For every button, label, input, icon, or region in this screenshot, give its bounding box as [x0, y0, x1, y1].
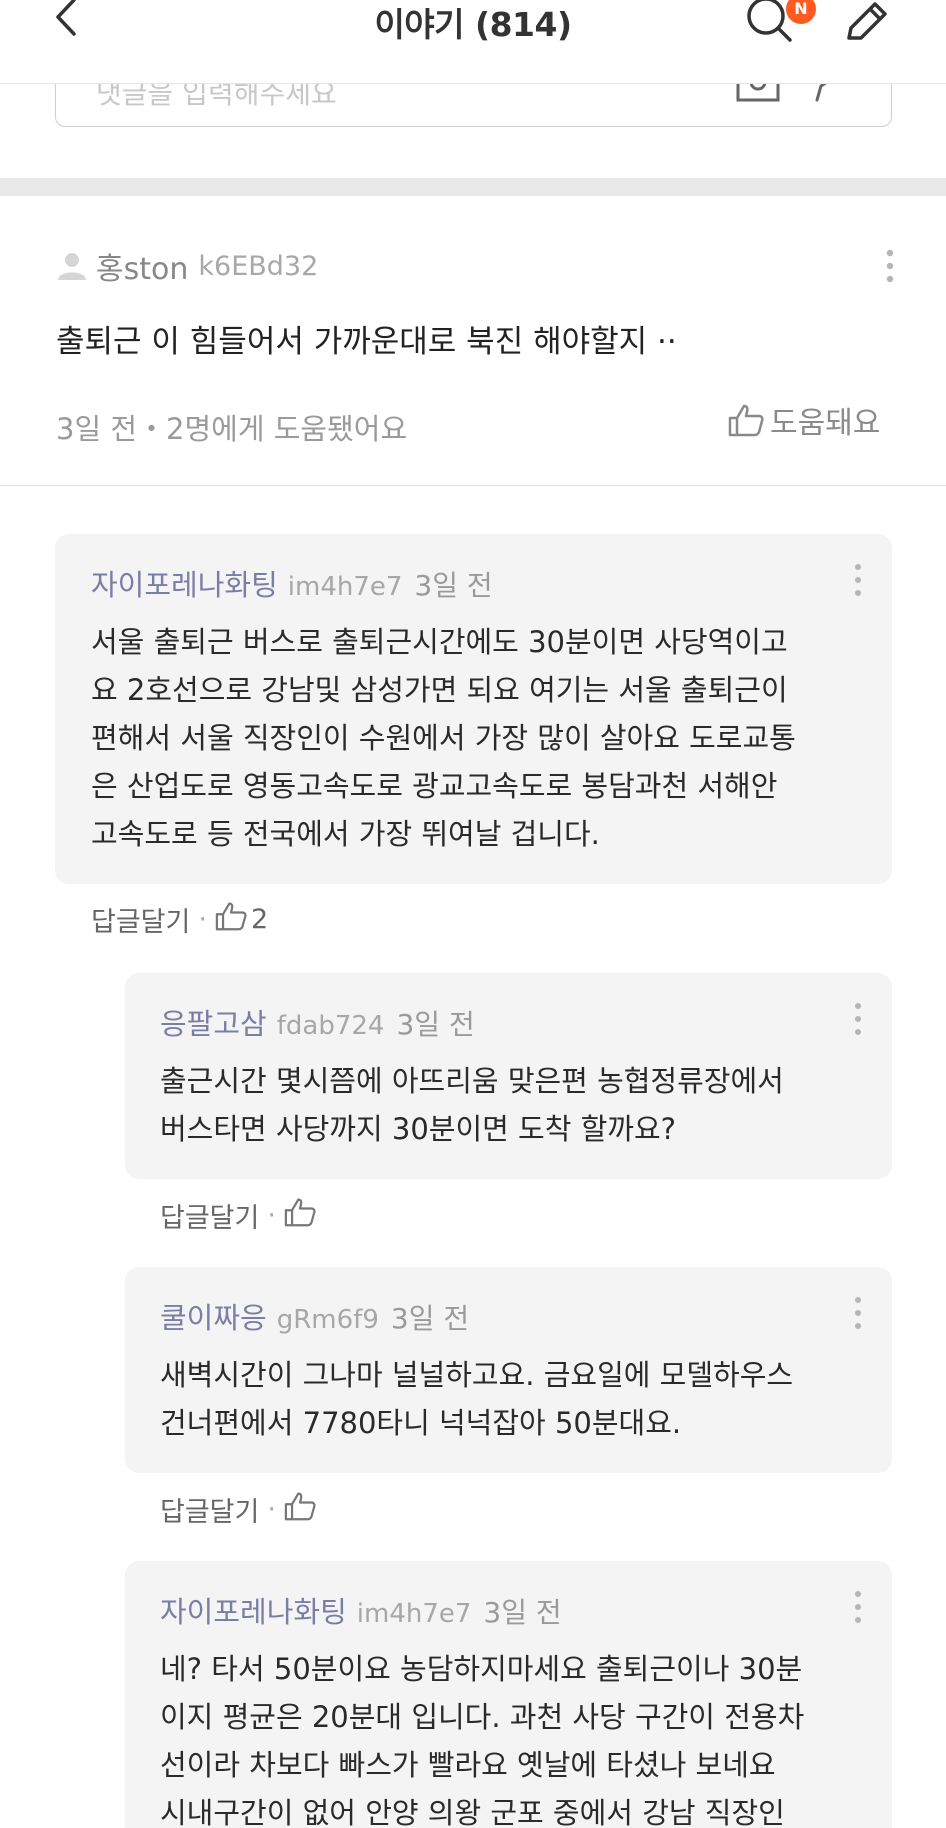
comment-actions: 답글달기 · [160, 1490, 316, 1529]
comment-meta: 쿨이짜응 gRm6f9 3일 전 [160, 1295, 469, 1337]
comment-line: 출근시간 몇시쯤에 아뜨리움 맞은편 농협정류장에서 [160, 1064, 784, 1098]
reply-button[interactable]: 답글달기 [160, 1490, 259, 1529]
comment-time: 3일 전 [390, 1302, 470, 1335]
comment-meta: 자이포레나화팅 im4h7e7 3일 전 [160, 1589, 562, 1631]
comment-time: 3일 전 [483, 1596, 562, 1629]
helpful-button[interactable]: 도움돼요 [728, 400, 881, 441]
separator-dot: · [267, 1494, 276, 1525]
post-footer: 3일 전・2명에게 도움됐어요 [56, 412, 408, 446]
comment-time: 3일 전 [414, 569, 493, 602]
reply-button[interactable]: 답글달기 [160, 1196, 259, 1235]
app-header: 이야기 (814) N [0, 0, 946, 84]
like-count: 2 [250, 904, 269, 935]
thumbs-up-icon [728, 404, 764, 437]
more-vertical-icon [855, 564, 861, 596]
thumbs-up-icon [215, 902, 247, 931]
comment-line: 시내구간이 없어 안양 의왕 군포 중에서 강남 직장인 [160, 1796, 785, 1828]
reply-comment: 쿨이짜응 gRm6f9 3일 전 새벽시간이 그나마 널널하고요. 금요일에 모… [125, 1267, 892, 1473]
reply-button[interactable]: 답글달기 [91, 900, 190, 939]
comment-line: 서울 출퇴근 버스로 출퇴근시간에도 30분이면 사당역이고 [91, 625, 788, 659]
section-divider [0, 178, 946, 196]
comment-line: 새벽시간이 그나마 널널하고요. 금요일에 모델하우스 [160, 1358, 794, 1392]
comment-more-button[interactable] [843, 1295, 873, 1331]
like-button[interactable] [215, 901, 247, 938]
post-body[interactable]: 출퇴근 이 힘들어서 가까운대로 북진 해야할지 ·· [56, 316, 677, 361]
post-more-button[interactable] [872, 248, 908, 284]
reply-comment: 자이포레나화팅 im4h7e7 3일 전 네? 타서 50분이요 농담하지마세요… [125, 1561, 892, 1828]
comment-body[interactable]: 서울 출퇴근 버스로 출퇴근시간에도 30분이면 사당역이고 요 2호선으로 강… [91, 618, 796, 858]
more-vertical-icon [886, 249, 894, 283]
comment-line: 은 산업도로 영동고속도로 광교고속도로 봉담과천 서해안 [91, 769, 778, 803]
more-vertical-icon [855, 1591, 861, 1623]
comment-more-button[interactable] [843, 1001, 873, 1037]
comment-actions: 답글달기 · [160, 1196, 316, 1235]
comment-actions: 답글달기 · 2 [91, 900, 268, 939]
comment-meta: 응팔고삼 fdab724 3일 전 [160, 1001, 475, 1043]
comment-line: 버스타면 사당까지 30분이면 도착 할까요? [160, 1112, 677, 1146]
comment-line: 건너편에서 7780타니 넉넉잡아 50분대요. [160, 1406, 682, 1440]
post-user-id: k6EBd32 [198, 250, 319, 282]
comment: 자이포레나화팅 im4h7e7 3일 전 서울 출퇴근 버스로 출퇴근시간에도 … [55, 534, 892, 884]
helpful-label: 도움돼요 [770, 406, 881, 441]
user-icon [58, 253, 86, 280]
thumbs-up-icon [284, 1492, 316, 1521]
thumbs-up-icon [284, 1198, 316, 1227]
write-button[interactable] [843, 0, 889, 44]
comment-line: 편해서 서울 직장인이 수원에서 가장 많이 살아요 도로교통 [91, 721, 796, 755]
comment-author[interactable]: 자이포레나화팅 [91, 562, 278, 604]
comment-user-id: im4h7e7 [356, 1599, 472, 1629]
like-button[interactable] [284, 1491, 316, 1528]
comment-line: 이지 평균은 20분대 입니다. 과천 사당 구간이 전용차 [160, 1700, 805, 1734]
separator-dot: · [198, 904, 207, 935]
comment-author[interactable]: 응팔고삼 [160, 1001, 267, 1043]
comment-body[interactable]: 출근시간 몇시쯤에 아뜨리움 맞은편 농협정류장에서 버스타면 사당까지 30분… [160, 1057, 784, 1153]
separator-dot: · [267, 1200, 276, 1231]
comment-line: 선이라 차보다 빠스가 빨라요 옛날에 타셨나 보네요 [160, 1748, 776, 1782]
comment-user-id: fdab724 [276, 1011, 385, 1041]
comment-meta: 자이포레나화팅 im4h7e7 3일 전 [91, 562, 493, 604]
comment-author[interactable]: 자이포레나화팅 [160, 1589, 347, 1631]
comment-user-id: gRm6f9 [276, 1305, 379, 1335]
more-vertical-icon [855, 1003, 861, 1035]
pencil-icon [847, 2, 887, 40]
comment-line: 요 2호선으로 강남및 삼성가면 되요 여기는 서울 출퇴근이 [91, 673, 788, 707]
like-button[interactable] [284, 1197, 316, 1234]
post-meta: 홍ston k6EBd32 [56, 248, 319, 287]
comment-time: 3일 전 [396, 1008, 475, 1041]
reply-comment: 응팔고삼 fdab724 3일 전 출근시간 몇시쯤에 아뜨리움 맞은편 농협정… [125, 973, 892, 1179]
comment-line: 네? 타서 50분이요 농담하지마세요 출퇴근이나 30분 [160, 1652, 803, 1686]
comment-body[interactable]: 새벽시간이 그나마 널널하고요. 금요일에 모델하우스 건너편에서 7780타니… [160, 1351, 793, 1447]
more-vertical-icon [855, 1297, 861, 1329]
comment-line: 고속도로 등 전국에서 가장 뛰여날 겁니다. [91, 817, 600, 851]
comment-more-button[interactable] [843, 562, 873, 598]
comment-body[interactable]: 네? 타서 50분이요 농담하지마세요 출퇴근이나 30분 이지 평균은 20분… [160, 1645, 804, 1828]
comment-more-button[interactable] [843, 1589, 873, 1625]
comment-author[interactable]: 쿨이짜응 [160, 1295, 267, 1337]
post-author[interactable]: 홍ston [96, 244, 188, 288]
post: 홍ston k6EBd32 출퇴근 이 힘들어서 가까운대로 북진 해야할지 ·… [0, 196, 946, 486]
comment-user-id: im4h7e7 [287, 572, 403, 602]
